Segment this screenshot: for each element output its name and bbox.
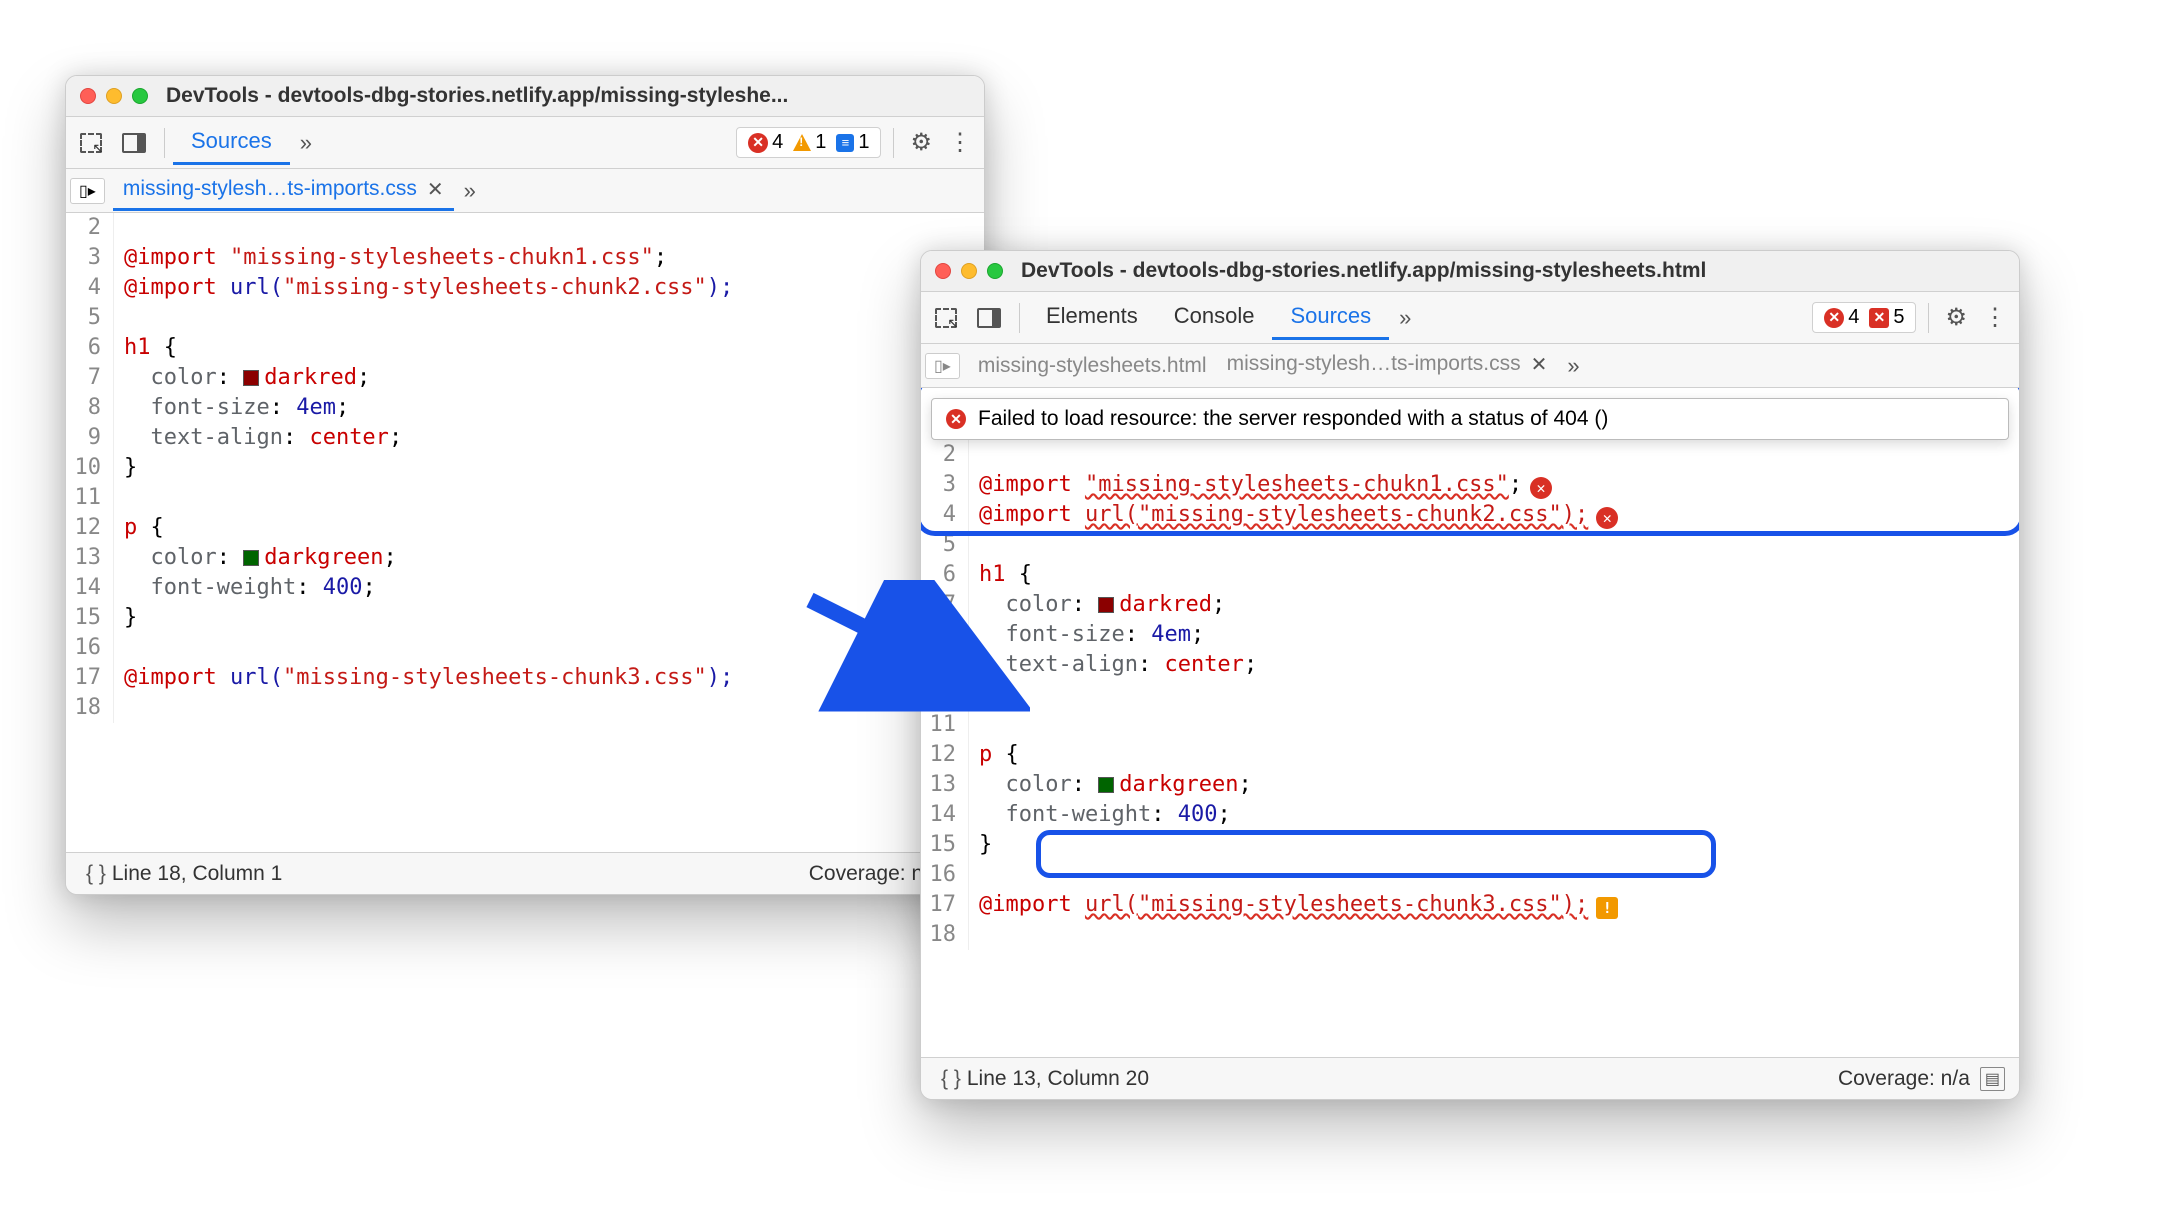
drawer-icon[interactable]: ▤ xyxy=(1980,1067,2005,1091)
line-number: 9 xyxy=(66,423,114,453)
color-swatch-icon[interactable] xyxy=(243,550,259,566)
line-number: 5 xyxy=(66,303,114,333)
line-number: 14 xyxy=(921,800,969,830)
main-toolbar: Elements Console Sources » ✕4 ✕5 ⚙ ⋮ xyxy=(921,292,2019,344)
devtools-window-before: DevTools - devtools-dbg-stories.netlify.… xyxy=(65,75,985,895)
kebab-icon[interactable]: ⋮ xyxy=(1975,303,2015,332)
minimize-icon[interactable] xyxy=(106,88,122,104)
pretty-print-icon[interactable]: { } xyxy=(80,862,112,886)
line-number: 2 xyxy=(921,440,969,470)
line-number: 12 xyxy=(921,740,969,770)
file-tab-strip: ▯▸ missing-stylesheets.html missing-styl… xyxy=(921,344,2019,388)
maximize-icon[interactable] xyxy=(987,263,1003,279)
more-tabs-icon[interactable]: » xyxy=(1389,305,1421,331)
color-swatch-icon[interactable] xyxy=(1098,777,1114,793)
device-icon[interactable] xyxy=(967,304,1011,332)
color-swatch-icon[interactable] xyxy=(243,370,259,386)
error-icon[interactable]: ✕ xyxy=(1596,507,1618,529)
gear-icon[interactable]: ⚙ xyxy=(1937,303,1975,332)
traffic-lights xyxy=(80,88,148,104)
statusbar: { } Line 13, Column 20 Coverage: n/a ▤ xyxy=(921,1057,2019,1099)
tab-sources[interactable]: Sources xyxy=(173,120,290,165)
main-toolbar: Sources » ✕4 1 ≡1 ⚙ ⋮ xyxy=(66,117,984,169)
tab-sources[interactable]: Sources xyxy=(1272,295,1389,340)
code-editor[interactable]: 2 3@import "missing-stylesheets-chukn1.c… xyxy=(66,213,984,852)
color-swatch-icon[interactable] xyxy=(1098,597,1114,613)
more-files-icon[interactable]: » xyxy=(1557,353,1589,379)
console-badges[interactable]: ✕4 1 ≡1 xyxy=(736,127,881,158)
traffic-lights xyxy=(935,263,1003,279)
kebab-icon[interactable]: ⋮ xyxy=(940,128,980,157)
line-number: 3 xyxy=(66,243,114,273)
error-icon: ✕ xyxy=(1824,308,1844,328)
cursor-position: Line 18, Column 1 xyxy=(112,862,282,886)
line-number: 14 xyxy=(66,573,114,603)
line-number: 3 xyxy=(921,470,969,500)
device-icon[interactable] xyxy=(112,129,156,157)
line-number: 17 xyxy=(921,890,969,920)
warning-icon[interactable]: ! xyxy=(1596,897,1618,919)
titlebar: DevTools - devtools-dbg-stories.netlify.… xyxy=(921,251,2019,292)
file-tab-strip: ▯▸ missing-stylesh…ts-imports.css ✕ » xyxy=(66,169,984,213)
minimize-icon[interactable] xyxy=(961,263,977,279)
more-files-icon[interactable]: » xyxy=(454,178,486,204)
line-number: 6 xyxy=(66,333,114,363)
statusbar: { } Line 18, Column 1 Coverage: n/a ≡ xyxy=(66,852,984,894)
line-number: 4 xyxy=(921,500,969,530)
inspect-icon[interactable] xyxy=(925,304,967,332)
line-number: 10 xyxy=(66,453,114,483)
warning-icon xyxy=(793,134,811,151)
error-icon[interactable]: ✕ xyxy=(1530,477,1552,499)
file-tab[interactable]: missing-stylesh…ts-imports.css ✕ xyxy=(1217,346,1558,386)
line-number: 8 xyxy=(66,393,114,423)
line-number: 17 xyxy=(66,663,114,693)
coverage-label: Coverage: n/a xyxy=(1838,1067,1970,1091)
line-number: 13 xyxy=(66,543,114,573)
line-number: 12 xyxy=(66,513,114,543)
pretty-print-icon[interactable]: { } xyxy=(935,1067,967,1091)
line-number: 7 xyxy=(66,363,114,393)
tab-elements[interactable]: Elements xyxy=(1028,295,1156,340)
close-icon[interactable]: ✕ xyxy=(427,177,444,202)
gear-icon[interactable]: ⚙ xyxy=(902,128,940,157)
line-number: 4 xyxy=(66,273,114,303)
close-icon[interactable]: ✕ xyxy=(1531,352,1548,377)
error-icon: ✕ xyxy=(748,133,768,153)
line-number: 16 xyxy=(66,633,114,663)
line-number: 18 xyxy=(921,920,969,950)
code-editor[interactable]: ✕ Failed to load resource: the server re… xyxy=(921,388,2019,1057)
more-tabs-icon[interactable]: » xyxy=(290,130,322,156)
line-number: 15 xyxy=(66,603,114,633)
line-number: 5 xyxy=(921,530,969,560)
navigator-toggle-icon[interactable]: ▯▸ xyxy=(70,178,105,204)
close-icon[interactable] xyxy=(935,263,951,279)
maximize-icon[interactable] xyxy=(132,88,148,104)
line-number: 2 xyxy=(66,213,114,243)
window-title: DevTools - devtools-dbg-stories.netlify.… xyxy=(1021,259,2005,283)
line-number: 15 xyxy=(921,830,969,860)
window-title: DevTools - devtools-dbg-stories.netlify.… xyxy=(166,84,970,108)
inspect-icon[interactable] xyxy=(70,129,112,157)
line-number: 13 xyxy=(921,770,969,800)
close-icon[interactable] xyxy=(80,88,96,104)
info-icon: ≡ xyxy=(836,134,854,152)
devtools-window-after: DevTools - devtools-dbg-stories.netlify.… xyxy=(920,250,2020,1100)
line-number: 18 xyxy=(66,693,114,723)
arrow-icon xyxy=(790,580,1030,740)
console-badges[interactable]: ✕4 ✕5 xyxy=(1812,302,1916,333)
issue-icon: ✕ xyxy=(1869,308,1889,328)
navigator-toggle-icon[interactable]: ▯▸ xyxy=(925,353,960,379)
error-tooltip: ✕ Failed to load resource: the server re… xyxy=(931,398,2009,440)
line-number: 11 xyxy=(66,483,114,513)
line-number: 16 xyxy=(921,860,969,890)
error-icon: ✕ xyxy=(946,409,966,429)
file-tab[interactable]: missing-stylesh…ts-imports.css ✕ xyxy=(113,171,454,211)
cursor-position: Line 13, Column 20 xyxy=(967,1067,1149,1091)
titlebar: DevTools - devtools-dbg-stories.netlify.… xyxy=(66,76,984,117)
tab-console[interactable]: Console xyxy=(1156,295,1273,340)
file-tab[interactable]: missing-stylesheets.html xyxy=(968,348,1217,384)
